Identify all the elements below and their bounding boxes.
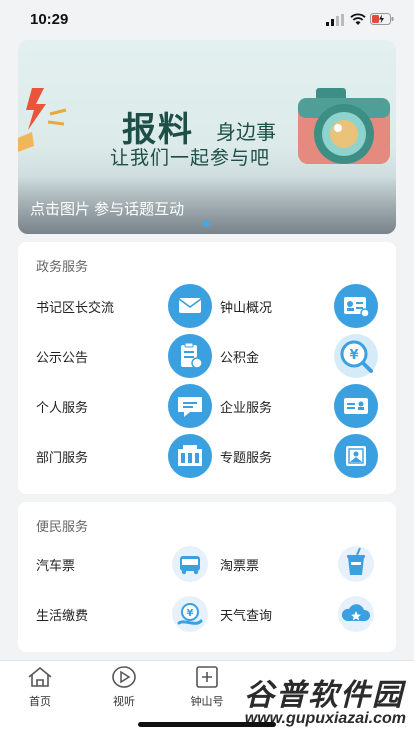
service-label: 生活缴费 — [36, 608, 89, 623]
mail-icon — [168, 284, 212, 328]
service-label: 汽车票 — [36, 558, 76, 573]
picture-frame-icon — [334, 434, 378, 478]
promo-banner[interactable]: 报料 身边事 让我们一起参与吧 点击图片 参与话题互动 — [18, 40, 396, 234]
cellular-signal-icon — [326, 14, 344, 26]
building-icon — [168, 434, 212, 478]
service-bus-ticket[interactable]: 汽车票 — [36, 542, 216, 586]
home-indicator[interactable] — [138, 722, 276, 727]
status-bar: 10:29 — [0, 0, 414, 40]
tab-home[interactable]: 首页 — [10, 665, 70, 709]
service-label: 淘票票 — [220, 558, 260, 573]
service-label: 公示公告 — [36, 350, 89, 365]
section-title: 政务服务 — [36, 259, 89, 274]
notice-board-icon — [168, 334, 212, 378]
service-label: 钟山概况 — [220, 300, 273, 315]
public-services-section: 便民服务 汽车票 淘票票 生活缴费 ¥ 天气查询 — [18, 502, 396, 652]
service-label: 专题服务 — [220, 450, 273, 465]
svg-text:¥: ¥ — [349, 348, 358, 363]
battery-charging-icon — [370, 13, 394, 25]
service-personal[interactable]: 个人服务 — [36, 384, 216, 428]
wifi-icon — [350, 13, 366, 25]
service-secretary-exchange[interactable]: 书记区长交流 — [36, 284, 216, 328]
id-card-icon — [334, 284, 378, 328]
plus-square-icon — [196, 666, 218, 688]
play-icon — [112, 666, 136, 688]
service-zhongshan-overview[interactable]: 钟山概况 — [220, 284, 400, 328]
service-department[interactable]: 部门服务 — [36, 434, 216, 478]
banner-title-side: 身边事 — [216, 120, 276, 144]
service-label: 企业服务 — [220, 400, 273, 415]
lightning-decoration-icon — [18, 88, 67, 152]
banner-subtitle: 让我们一起参与吧 — [110, 147, 271, 169]
watermark-text: 谷普软件园 — [244, 679, 404, 712]
section-title: 便民服务 — [36, 519, 89, 534]
home-icon — [28, 666, 52, 687]
service-label: 个人服务 — [36, 400, 89, 415]
drink-cup-icon — [334, 542, 378, 586]
banner-caption: 点击图片 参与话题互动 — [30, 201, 185, 218]
tab-label: 视听 — [113, 696, 135, 708]
status-time: 10:29 — [30, 11, 69, 28]
service-label: 书记区长交流 — [36, 300, 115, 315]
yuan-search-icon: ¥ — [334, 334, 378, 378]
service-special-topic[interactable]: 专题服务 — [220, 434, 400, 478]
service-taopiaopiao[interactable]: 淘票票 — [220, 542, 400, 586]
gov-services-section: 政务服务 书记区长交流 钟山概况 公示公告 公积金 ¥ 个人服务 企业服务 部门… — [18, 242, 396, 494]
carousel-page-indicator[interactable] — [203, 220, 210, 227]
tab-label: 首页 — [29, 696, 51, 708]
service-weather[interactable]: 天气查询 — [220, 592, 400, 636]
service-label: 天气查询 — [220, 608, 273, 623]
svg-text:¥: ¥ — [187, 608, 194, 619]
chat-bubble-icon — [168, 384, 212, 428]
service-label: 部门服务 — [36, 450, 89, 465]
service-enterprise[interactable]: 企业服务 — [220, 384, 400, 428]
bus-icon — [168, 542, 212, 586]
service-housing-fund[interactable]: 公积金 ¥ — [220, 334, 400, 378]
payment-icon: ¥ — [168, 592, 212, 636]
tab-audio-video[interactable]: 视听 — [94, 665, 154, 709]
service-utility-payment[interactable]: 生活缴费 ¥ — [36, 592, 216, 636]
weather-cloud-icon — [334, 592, 378, 636]
business-card-icon — [334, 384, 378, 428]
service-label: 公积金 — [220, 350, 260, 365]
camera-illustration-icon — [298, 88, 390, 164]
service-public-notice[interactable]: 公示公告 — [36, 334, 216, 378]
